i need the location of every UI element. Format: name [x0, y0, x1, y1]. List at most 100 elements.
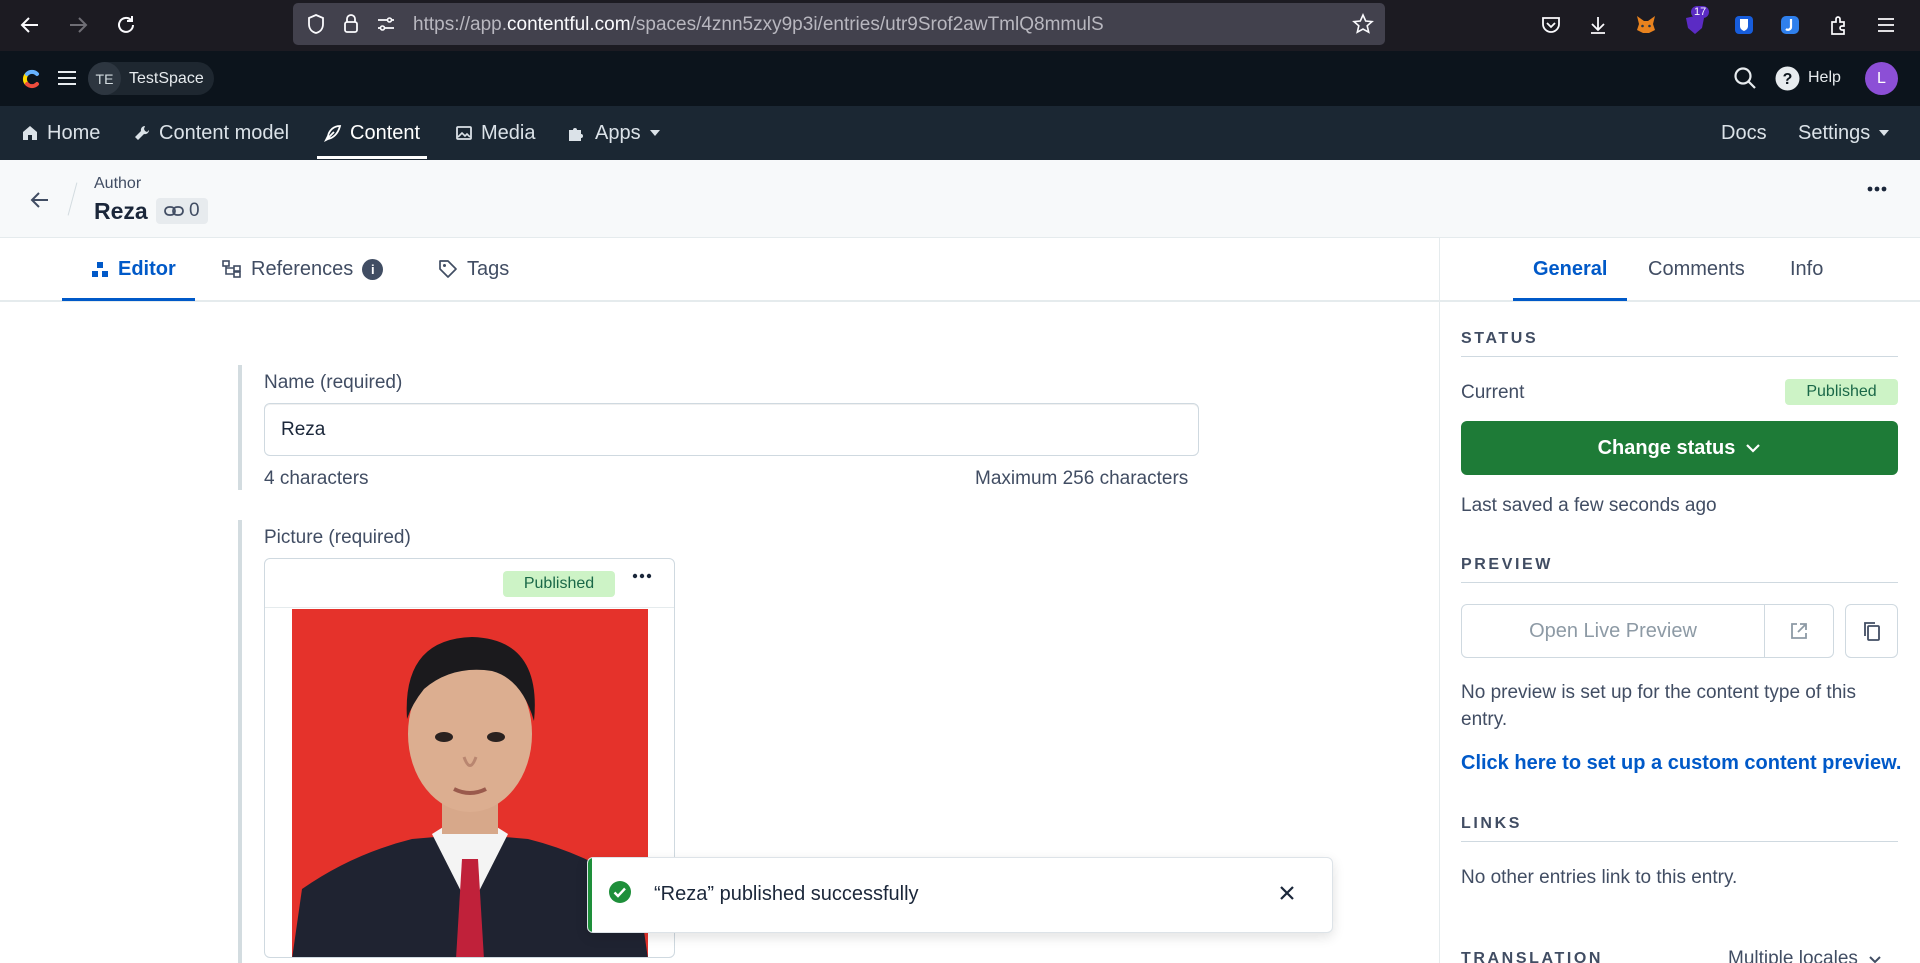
nav-apps-label: Apps: [595, 121, 641, 144]
header-divider: [67, 182, 78, 216]
no-preview-text: No preview is set up for the content typ…: [1461, 682, 1856, 730]
sidebar-divider: [1439, 238, 1440, 963]
jira-extension-icon[interactable]: [1777, 12, 1803, 38]
field-picture-rule: [238, 520, 242, 963]
back-button[interactable]: [26, 186, 54, 214]
help-circle-icon[interactable]: ?: [1775, 66, 1800, 91]
tag-icon: [438, 259, 458, 279]
nav-content[interactable]: Content: [324, 106, 420, 160]
site-permissions-icon[interactable]: [373, 11, 399, 37]
nav-settings[interactable]: Settings: [1798, 106, 1890, 160]
nav-content-model-label: Content model: [159, 121, 290, 144]
check-circle-icon: [608, 880, 632, 904]
entry-title: Reza: [94, 198, 148, 224]
tab-tags-label: Tags: [467, 257, 510, 280]
tab-references[interactable]: References i: [222, 238, 384, 300]
main-navigation: Home Content model Content Media Apps Do…: [0, 106, 1920, 160]
locales-select[interactable]: Multiple locales: [1728, 948, 1882, 963]
app-top-bar: TE TestSpace ? Help L: [0, 51, 1920, 106]
feather-pen-icon: [324, 124, 342, 142]
tab-comments[interactable]: Comments: [1648, 238, 1745, 300]
info-icon[interactable]: i: [362, 258, 384, 280]
nav-content-label: Content: [350, 121, 421, 144]
field-name-rule: [238, 365, 242, 490]
toast-accent-bar: [588, 858, 592, 932]
live-preview-group: Open Live Preview: [1461, 604, 1834, 658]
help-link[interactable]: Help: [1808, 69, 1841, 87]
content-type-label: Author: [94, 175, 142, 192]
picture-field-label: Picture (required): [264, 527, 411, 548]
hierarchy-icon: [222, 260, 242, 278]
editor-tabs: Editor References i Tags: [0, 238, 1439, 302]
tab-tags[interactable]: Tags: [438, 238, 509, 300]
setup-preview-link[interactable]: Click here to set up a custom content pr…: [1461, 752, 1901, 775]
toast-close-button[interactable]: [1278, 884, 1296, 902]
character-count: 4 characters: [264, 468, 369, 489]
shield-icon[interactable]: [303, 11, 329, 37]
name-field-label: Name (required): [264, 372, 403, 393]
status-heading: STATUS: [1461, 330, 1898, 357]
nav-content-model[interactable]: Content model: [133, 106, 289, 160]
copy-icon: [1862, 620, 1882, 642]
image-icon: [455, 124, 473, 142]
tab-info[interactable]: Info: [1790, 238, 1823, 300]
bitwarden-shield-icon[interactable]: [1731, 12, 1757, 38]
nav-settings-label: Settings: [1798, 121, 1871, 144]
nav-apps[interactable]: Apps: [567, 106, 661, 160]
change-status-label: Change status: [1597, 436, 1736, 459]
success-notification: “Reza” published successfully: [587, 857, 1333, 933]
tab-general[interactable]: General: [1533, 238, 1607, 300]
nav-media[interactable]: Media: [455, 106, 535, 160]
tab-references-label: References: [251, 257, 354, 280]
forward-arrow-icon[interactable]: [65, 12, 91, 38]
nav-active-indicator: [317, 156, 427, 159]
home-icon: [21, 124, 39, 142]
metamask-fox-icon[interactable]: [1633, 12, 1659, 38]
more-actions-button[interactable]: [1866, 186, 1888, 192]
open-live-preview-button[interactable]: Open Live Preview: [1462, 605, 1765, 657]
nav-home[interactable]: Home: [21, 106, 100, 160]
current-status-label: Current: [1461, 382, 1525, 403]
bookmark-star-icon[interactable]: [1350, 11, 1376, 37]
nav-docs[interactable]: Docs: [1721, 106, 1767, 160]
link-icon: [164, 205, 184, 217]
hamburger-menu-icon[interactable]: [56, 67, 78, 89]
tab-editor[interactable]: Editor: [91, 238, 176, 300]
pocket-icon[interactable]: [1538, 12, 1564, 38]
open-external-button[interactable]: [1765, 605, 1833, 657]
close-icon: [1278, 884, 1296, 902]
space-initials: TE: [88, 62, 121, 95]
caret-down-icon: [1878, 129, 1890, 137]
url-text: https://app.contentful.com/spaces/4znn5z…: [413, 14, 1104, 35]
lock-icon[interactable]: [338, 11, 364, 37]
no-links-text: No other entries link to this entry.: [1461, 867, 1738, 888]
browser-toolbar: https://app.contentful.com/spaces/4znn5z…: [0, 0, 1920, 51]
svg-text:?: ?: [1783, 71, 1793, 88]
entry-status-badge: Published: [1785, 379, 1898, 405]
asset-more-button[interactable]: [632, 573, 652, 579]
nav-home-label: Home: [47, 121, 101, 144]
user-avatar[interactable]: L: [1865, 62, 1898, 95]
address-bar[interactable]: https://app.contentful.com/spaces/4znn5z…: [293, 3, 1385, 45]
extensions-puzzle-icon[interactable]: [1826, 12, 1852, 38]
browser-menu-icon[interactable]: [1873, 12, 1899, 38]
reload-icon[interactable]: [113, 12, 139, 38]
asset-card-header: Published: [265, 559, 674, 608]
extension-badge: 17: [1691, 6, 1710, 18]
wrench-icon: [133, 124, 151, 142]
downloads-icon[interactable]: [1585, 12, 1611, 38]
external-link-icon: [1789, 621, 1809, 641]
toast-message: “Reza” published successfully: [654, 883, 919, 905]
sidebar-tabs: General Comments Info: [1440, 238, 1920, 302]
asset-status-badge: Published: [503, 571, 615, 597]
locales-select-value: Multiple locales: [1728, 948, 1858, 963]
copy-preview-button[interactable]: [1845, 604, 1898, 658]
back-arrow-icon[interactable]: [17, 12, 43, 38]
editor-tab-indicator: [62, 298, 195, 301]
contentful-logo-icon[interactable]: [18, 65, 46, 93]
name-field[interactable]: [264, 403, 1199, 456]
space-switcher[interactable]: TE TestSpace: [88, 62, 214, 95]
incoming-links-badge[interactable]: 0: [156, 198, 208, 224]
search-icon[interactable]: [1733, 66, 1757, 90]
change-status-button[interactable]: Change status: [1461, 421, 1898, 475]
